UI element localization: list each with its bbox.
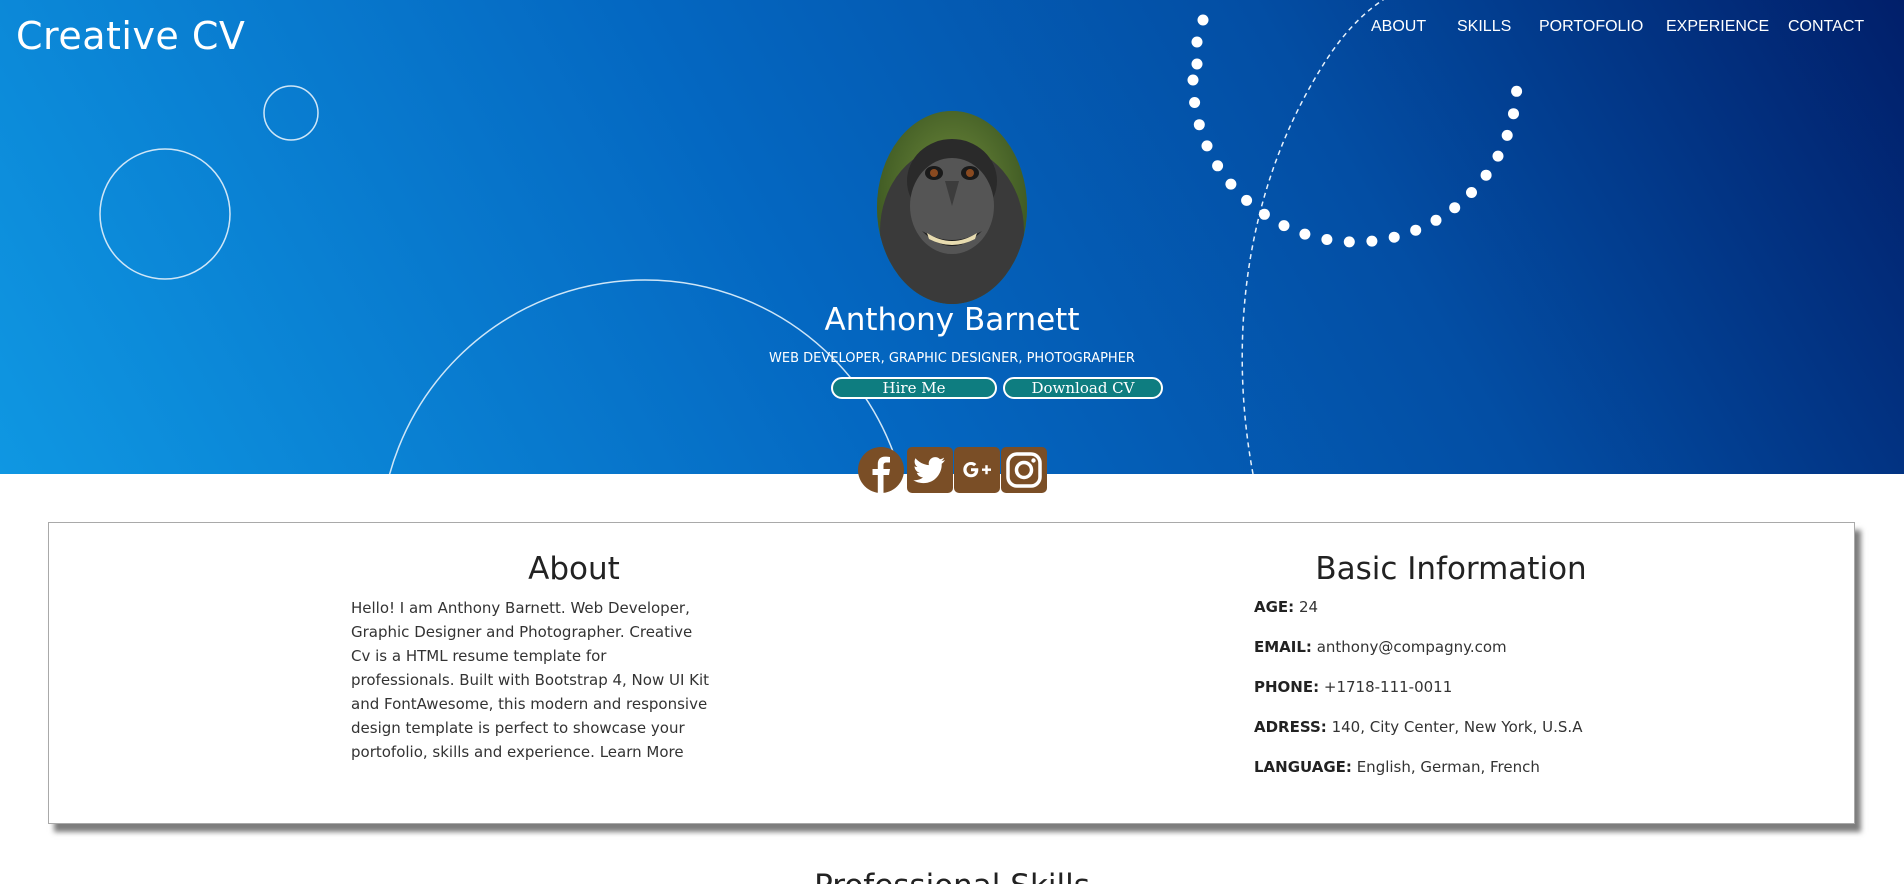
- nav-skills[interactable]: SKILLS: [1457, 18, 1511, 36]
- decor-dot: [1343, 236, 1355, 248]
- nav-contact[interactable]: CONTACT: [1788, 18, 1864, 36]
- decor-dot: [1430, 214, 1442, 226]
- decor-dot: [1278, 220, 1290, 232]
- info-value: 24: [1298, 598, 1319, 616]
- nav-about[interactable]: ABOUT: [1371, 18, 1426, 36]
- decor-dot: [1191, 58, 1203, 70]
- google-plus-icon[interactable]: [954, 447, 1000, 493]
- decor-dot: [1225, 178, 1237, 190]
- info-label: ADRESS:: [1254, 718, 1327, 736]
- decor-dot: [1508, 108, 1519, 120]
- hero-section: Creative CV ABOUT SKILLS PORTOFOLIO EXPE…: [0, 0, 1904, 474]
- decor-dot: [1501, 129, 1513, 141]
- decor-dot: [1492, 150, 1504, 162]
- decor-dot: [1189, 97, 1201, 108]
- info-address: ADRESS: 140, City Center, New York, U.S.…: [1254, 718, 1582, 736]
- about-body: Hello! I am Anthony Barnett. Web Develop…: [351, 599, 710, 761]
- decor-dot: [1388, 231, 1400, 243]
- decor-dot: [1480, 169, 1492, 181]
- facebook-icon[interactable]: [858, 447, 904, 493]
- decor-dot: [1299, 228, 1311, 240]
- about-card: About Hello! I am Anthony Barnett. Web D…: [48, 522, 1855, 824]
- download-cv-button[interactable]: Download CV: [1003, 377, 1163, 399]
- about-text: Hello! I am Anthony Barnett. Web Develop…: [351, 596, 711, 764]
- twitter-icon[interactable]: [907, 447, 953, 493]
- info-value: +1718-111-0011: [1323, 678, 1453, 696]
- info-label: AGE:: [1254, 598, 1295, 616]
- instagram-icon[interactable]: [1001, 447, 1047, 493]
- decor-dot: [1366, 235, 1378, 247]
- skills-section-title: Professional Skills: [0, 868, 1904, 884]
- learn-more-link[interactable]: Learn More: [600, 743, 684, 761]
- nav-experience[interactable]: EXPERIENCE: [1666, 18, 1769, 36]
- info-value: anthony@compagny.com: [1316, 638, 1507, 656]
- decor-dot: [1258, 208, 1270, 220]
- info-label: PHONE:: [1254, 678, 1320, 696]
- decor-dot: [1449, 202, 1461, 214]
- basic-info-title: Basic Information: [1315, 551, 1587, 587]
- profile-name: Anthony Barnett: [824, 302, 1080, 338]
- decor-dot: [1321, 234, 1333, 245]
- info-email: EMAIL: anthony@compagny.com: [1254, 638, 1507, 656]
- nav-portfolio[interactable]: PORTOFOLIO: [1539, 18, 1643, 36]
- decor-dot: [1410, 224, 1422, 236]
- info-value: English, German, French: [1356, 758, 1540, 776]
- info-value: 140, City Center, New York, U.S.A: [1331, 718, 1583, 736]
- top-nav: ABOUT SKILLS PORTOFOLIO EXPERIENCE CONTA…: [0, 18, 1904, 38]
- decor-dot: [1201, 140, 1213, 152]
- decor-dot: [1193, 119, 1205, 131]
- info-label: EMAIL:: [1254, 638, 1312, 656]
- info-age: AGE: 24: [1254, 598, 1318, 616]
- decor-dot: [1241, 194, 1253, 206]
- profile-avatar: [877, 111, 1027, 304]
- info-language: LANGUAGE: English, German, French: [1254, 758, 1540, 776]
- decor-dot: [1511, 85, 1523, 97]
- decor-dot: [1191, 36, 1203, 48]
- profile-roles: WEB DEVELOPER, GRAPHIC DESIGNER, PHOTOGR…: [769, 351, 1135, 366]
- hire-me-button[interactable]: Hire Me: [831, 377, 997, 399]
- decor-dot: [1187, 74, 1199, 86]
- about-title: About: [528, 551, 620, 587]
- info-label: LANGUAGE:: [1254, 758, 1352, 776]
- decor-dot: [1212, 160, 1224, 172]
- decor-dot: [1466, 187, 1477, 198]
- info-phone: PHONE: +1718-111-0011: [1254, 678, 1452, 696]
